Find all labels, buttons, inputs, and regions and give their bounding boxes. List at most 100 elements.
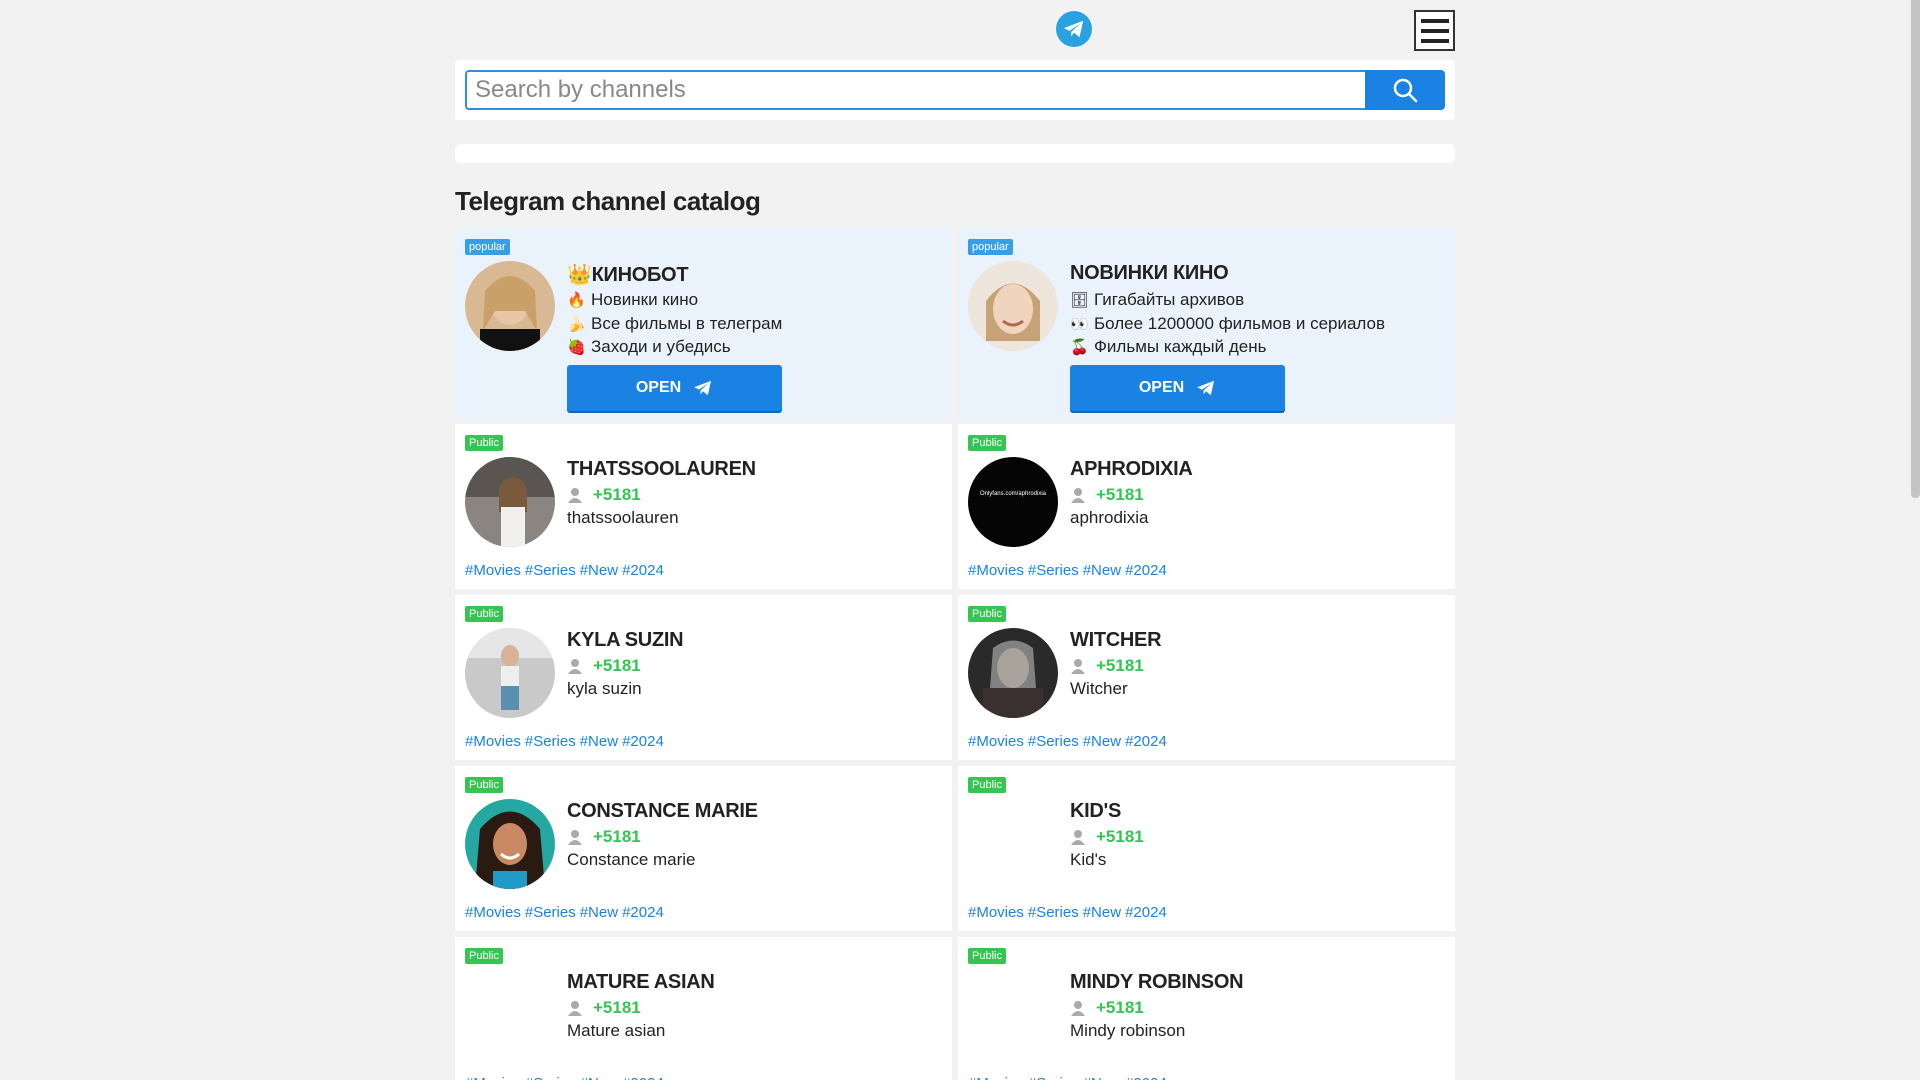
description-text: Более 1200000 фильмов и сериалов xyxy=(1094,314,1386,333)
tag-link[interactable]: #2024 xyxy=(1125,904,1167,921)
tag-link[interactable]: #Series xyxy=(1028,733,1079,750)
menu-bar xyxy=(1420,38,1449,43)
menu-bar xyxy=(1420,28,1449,33)
scrollbar-thumb[interactable] xyxy=(1911,0,1920,498)
avatar[interactable] xyxy=(968,799,1058,889)
tag-link[interactable]: #Series xyxy=(525,904,576,921)
avatar[interactable]: Onlyfans.com/aphrodixia xyxy=(968,457,1058,547)
tag-link[interactable]: #New xyxy=(580,904,618,921)
tag-link[interactable]: #New xyxy=(1083,1075,1121,1080)
tag-link[interactable]: #New xyxy=(1083,562,1121,579)
tag-link[interactable]: #Series xyxy=(1028,904,1079,921)
tag-link[interactable]: #2024 xyxy=(1125,562,1167,579)
tag-link[interactable]: #2024 xyxy=(1125,733,1167,750)
tag-list: #Movies#Series#New#2024 xyxy=(465,733,664,750)
subscriber-count-value: +5181 xyxy=(1096,485,1144,504)
subscriber-count-value: +5181 xyxy=(593,656,641,675)
tag-link[interactable]: #New xyxy=(1083,904,1121,921)
tag-link[interactable]: #Series xyxy=(525,733,576,750)
tag-link[interactable]: #New xyxy=(580,562,618,579)
hamburger-menu-button[interactable] xyxy=(1414,10,1455,51)
user-icon xyxy=(568,488,582,503)
tag-link[interactable]: #Movies xyxy=(968,562,1024,579)
tag-link[interactable]: #Movies xyxy=(465,904,521,921)
channel-name[interactable]: 👑КИНОБОТ xyxy=(567,262,689,287)
tag-link[interactable]: #2024 xyxy=(622,562,664,579)
eyes-icon: 👀 xyxy=(1070,316,1089,333)
avatar[interactable] xyxy=(968,261,1058,351)
tag-link[interactable]: #Series xyxy=(525,1075,576,1080)
open-button[interactable]: OPEN xyxy=(567,365,782,411)
channel-name[interactable]: THATSSOOLAUREN xyxy=(567,458,756,481)
tag-link[interactable]: #Movies xyxy=(465,733,521,750)
public-badge: Public xyxy=(465,435,503,451)
description-text: Гигабайты архивов xyxy=(1094,290,1245,309)
channel-name[interactable]: CONSTANCE MARIE xyxy=(567,800,758,823)
channel-name[interactable]: MINDY ROBINSON xyxy=(1070,971,1244,994)
menu-bar xyxy=(1420,18,1449,23)
telegram-icon xyxy=(1197,380,1215,396)
channel-name[interactable]: KYLA SUZIN xyxy=(567,629,684,652)
subscriber-count-value: +5181 xyxy=(593,998,641,1017)
subscriber-count: +5181 xyxy=(567,998,641,1018)
catalog-title: Telegram channel catalog xyxy=(455,186,761,216)
channel-name[interactable]: MATURE ASIAN xyxy=(567,971,715,994)
avatar[interactable] xyxy=(968,628,1058,718)
channel-name[interactable]: WITCHER xyxy=(1070,629,1162,652)
popular-badge: popular xyxy=(465,239,510,255)
avatar[interactable] xyxy=(968,970,1058,1060)
avatar[interactable] xyxy=(465,799,555,889)
channel-name[interactable]: KID'S xyxy=(1070,800,1121,823)
tag-link[interactable]: #New xyxy=(580,733,618,750)
tag-link[interactable]: #Series xyxy=(1028,1075,1079,1080)
description-line: 🔥 Новинки кино xyxy=(567,290,698,310)
public-badge: Public xyxy=(968,606,1006,622)
popular-badge: popular xyxy=(968,239,1013,255)
avatar[interactable] xyxy=(465,628,555,718)
tag-link[interactable]: #Movies xyxy=(968,1075,1024,1080)
subscriber-count: +5181 xyxy=(1070,827,1144,847)
description-line: 🍒 Фильмы каждый день xyxy=(1070,337,1266,357)
channel-handle: Mindy robinson xyxy=(1070,1021,1186,1040)
tag-link[interactable]: #2024 xyxy=(1125,1075,1167,1080)
channel-card: Public THATSSOOLAUREN +5181 thatssoolaur… xyxy=(455,424,952,589)
tag-link[interactable]: #Movies xyxy=(465,1075,521,1080)
telegram-icon[interactable] xyxy=(1056,11,1092,47)
tag-link[interactable]: #New xyxy=(1083,733,1121,750)
channel-handle: Mature asian xyxy=(567,1021,666,1040)
tag-link[interactable]: #Series xyxy=(525,562,576,579)
avatar[interactable] xyxy=(465,457,555,547)
page-scrollbar[interactable] xyxy=(1911,0,1920,1080)
tag-link[interactable]: #2024 xyxy=(622,1075,664,1080)
channel-card: Public Onlyfans.com/aphrodixia APHRODIXI… xyxy=(958,424,1455,589)
open-button[interactable]: OPEN xyxy=(1070,365,1285,411)
channel-handle: thatssoolauren xyxy=(567,508,679,527)
description-text: Все фильмы в телеграм xyxy=(591,314,783,333)
svg-text:Onlyfans.com/aphrodixia: Onlyfans.com/aphrodixia xyxy=(980,491,1047,497)
search-button[interactable] xyxy=(1365,70,1445,110)
channel-name[interactable]: APHRODIXIA xyxy=(1070,458,1193,481)
public-badge: Public xyxy=(968,777,1006,793)
user-icon xyxy=(1071,659,1085,674)
tag-list: #Movies#Series#New#2024 xyxy=(968,733,1167,750)
search-input[interactable] xyxy=(465,70,1365,110)
subscriber-count: +5181 xyxy=(1070,998,1144,1018)
avatar[interactable] xyxy=(465,970,555,1060)
public-badge: Public xyxy=(968,435,1006,451)
tag-list: #Movies#Series#New#2024 xyxy=(465,904,664,921)
tag-list: #Movies#Series#New#2024 xyxy=(465,562,664,579)
tag-link[interactable]: #2024 xyxy=(622,733,664,750)
avatar[interactable] xyxy=(465,261,555,351)
channel-name[interactable]: NOВИНКИ КИНО xyxy=(1070,262,1229,285)
cherry-icon: 🍒 xyxy=(1070,339,1089,356)
public-badge: Public xyxy=(465,777,503,793)
tag-link[interactable]: #New xyxy=(580,1075,618,1080)
tag-link[interactable]: #2024 xyxy=(622,904,664,921)
tag-link[interactable]: #Series xyxy=(1028,562,1079,579)
tag-link[interactable]: #Movies xyxy=(465,562,521,579)
tag-link[interactable]: #Movies xyxy=(968,733,1024,750)
telegram-icon xyxy=(694,380,712,396)
subscriber-count-value: +5181 xyxy=(593,485,641,504)
tag-link[interactable]: #Movies xyxy=(968,904,1024,921)
tag-list: #Movies #Series #New #2024 xyxy=(465,1075,664,1080)
